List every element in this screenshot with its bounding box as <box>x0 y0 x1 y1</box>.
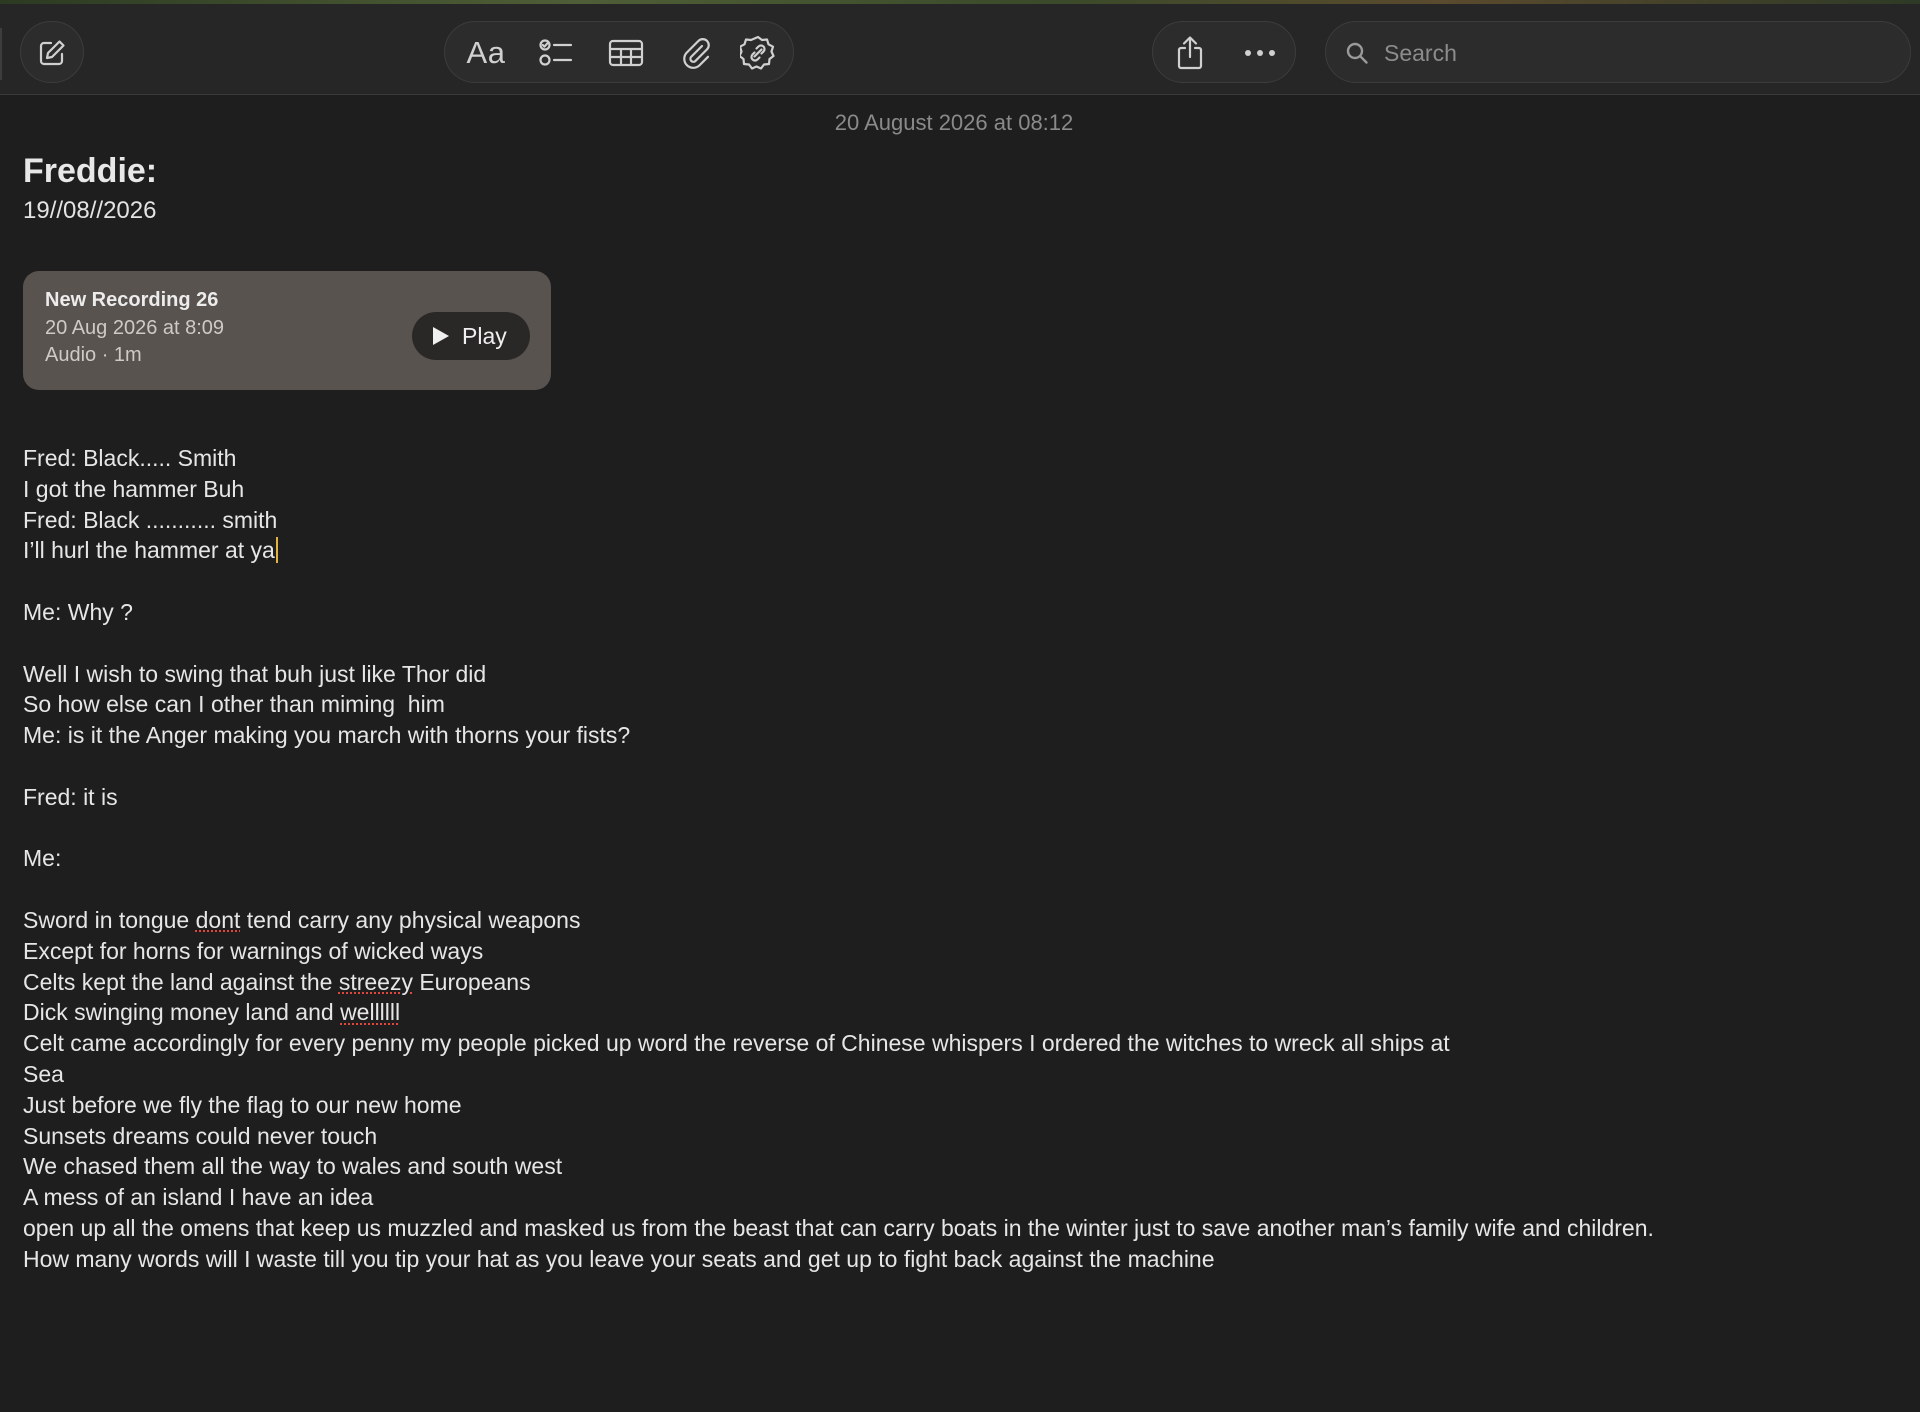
compose-button[interactable] <box>20 21 84 83</box>
note-subtitle[interactable]: 19//08//2026 <box>23 197 156 225</box>
share-button[interactable] <box>1159 22 1221 84</box>
play-button[interactable]: Play <box>412 312 530 360</box>
toolbar: Aa Search <box>0 4 1920 95</box>
note-line: I’ll hurl the hammer at ya <box>23 535 1893 566</box>
note-line: We chased them all the way to wales and … <box>23 1153 563 1180</box>
paperclip-icon <box>683 38 710 69</box>
note-line: Celt came accordingly for every penny my… <box>23 1030 1450 1057</box>
link-badge-icon <box>740 35 775 70</box>
checklist-icon <box>539 39 573 66</box>
misspelled-word[interactable]: streezy <box>339 969 413 995</box>
note-line: Fred: Black..... Smith <box>23 445 237 471</box>
note-line: Sword in tongue dont tend carry any phys… <box>23 905 1893 936</box>
note-line: Me: is it the Anger making you march wit… <box>23 722 631 749</box>
misspelled-word[interactable]: dont <box>196 907 241 933</box>
note-line: A mess of an island I have an idea <box>23 1184 374 1211</box>
note-line: Me: Why ? <box>23 598 133 625</box>
formatting-toolbar-group: Aa <box>444 21 794 83</box>
note-line: Sea <box>23 1060 64 1087</box>
search-field[interactable]: Search <box>1325 21 1911 83</box>
note-title[interactable]: Freddie: <box>23 152 157 191</box>
search-icon <box>1342 22 1372 84</box>
note-line: open up all the omens that keep us muzzl… <box>23 1214 1654 1241</box>
text-cursor <box>275 537 278 564</box>
more-icon <box>1245 50 1275 56</box>
note-body[interactable]: Fred: Black..... Smith I got the hammer … <box>23 443 1893 1275</box>
recording-title: New Recording 26 <box>45 289 219 311</box>
share-more-group <box>1152 21 1296 83</box>
format-text-button[interactable]: Aa <box>455 22 517 84</box>
attachment-button[interactable] <box>665 22 727 84</box>
checklist-button[interactable] <box>525 22 587 84</box>
note-line: Sunsets dreams could never touch <box>23 1122 378 1149</box>
note-line: Fred: it is <box>23 783 118 810</box>
note-timestamp: 20 August 2026 at 08:12 <box>834 110 1074 135</box>
sidebar-edge <box>0 28 2 80</box>
note-line-text: I’ll hurl the hammer at ya <box>23 537 275 564</box>
text-format-icon: Aa <box>466 35 506 70</box>
note-line: Dick swinging money land and wellllll <box>23 997 1893 1028</box>
play-label: Play <box>462 322 507 349</box>
audio-recording-card[interactable]: New Recording 26 20 Aug 2026 at 8:09 Aud… <box>23 271 551 390</box>
play-icon <box>433 327 449 345</box>
note-line: I got the hammer Buh <box>23 475 245 502</box>
recording-date: 20 Aug 2026 at 8:09 <box>45 317 225 339</box>
compose-icon <box>21 22 83 84</box>
note-line-text: Celts kept the land against the <box>23 968 339 995</box>
more-button[interactable] <box>1229 22 1291 84</box>
table-button[interactable] <box>595 22 657 84</box>
link-badge-button[interactable] <box>727 22 789 84</box>
note-line: How many words will I waste till you tip… <box>23 1245 1215 1272</box>
table-icon <box>608 39 644 67</box>
note-line-text: Dick swinging money land and <box>23 999 341 1026</box>
recording-meta: Audio · 1m <box>45 344 142 366</box>
note-line-text: Sword in tongue <box>23 906 196 933</box>
search-input[interactable]: Search <box>1384 22 1457 84</box>
note-line: Just before we fly the flag to our new h… <box>23 1091 462 1118</box>
note-line: Well I wish to swing that buh just like … <box>23 660 487 687</box>
misspelled-word[interactable]: wellllll <box>340 999 400 1025</box>
note-line: Except for horns for warnings of wicked … <box>23 937 484 964</box>
share-icon <box>1177 36 1203 70</box>
note-line: Me: <box>23 845 62 872</box>
note-line: Fred: Black ........... smith <box>23 506 278 533</box>
note-line-text: tend carry any physical weapons <box>240 906 581 933</box>
note-line: So how else can I other than miming him <box>23 691 445 718</box>
note-line-text: Europeans <box>412 968 531 995</box>
note-line: Celts kept the land against the streezy … <box>23 967 1893 998</box>
